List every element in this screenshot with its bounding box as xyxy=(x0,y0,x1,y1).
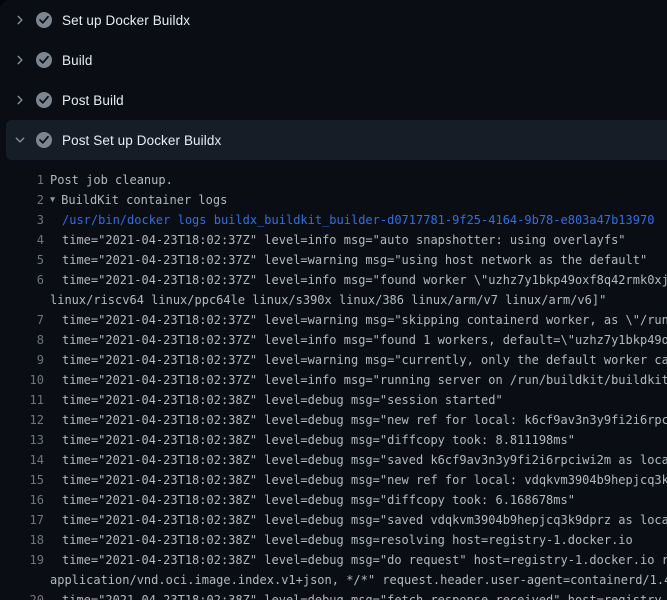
log-line-number[interactable]: 13 xyxy=(0,430,44,450)
check-circle-icon xyxy=(36,92,52,108)
log-line-number[interactable]: 17 xyxy=(0,510,44,530)
log-line-text: linux/riscv64 linux/ppc64le linux/s390x … xyxy=(50,290,606,310)
log-line: 3 /usr/bin/docker logs buildx_buildkit_b… xyxy=(0,210,667,230)
log-line-number[interactable]: 14 xyxy=(0,450,44,470)
step-header-post-build[interactable]: Post Build xyxy=(0,80,667,120)
collapse-group-icon[interactable]: ▼ xyxy=(50,190,55,210)
check-circle-icon xyxy=(36,132,52,148)
log-line-text: time="2021-04-23T18:02:38Z" level=debug … xyxy=(62,470,667,490)
log-line-wrap: linux/riscv64 linux/ppc64le linux/s390x … xyxy=(0,290,667,310)
log-line-number[interactable]: 12 xyxy=(0,410,44,430)
log-line-text: time="2021-04-23T18:02:38Z" level=debug … xyxy=(62,430,575,450)
log-line: 15 time="2021-04-23T18:02:38Z" level=deb… xyxy=(0,470,667,490)
log-line: 7 time="2021-04-23T18:02:37Z" level=warn… xyxy=(0,310,667,330)
step-header-build[interactable]: Build xyxy=(0,40,667,80)
log-line-number[interactable]: 6 xyxy=(0,270,44,290)
log-line-text: application/vnd.oci.image.index.v1+json,… xyxy=(50,570,667,590)
log-line: 9 time="2021-04-23T18:02:37Z" level=warn… xyxy=(0,350,667,370)
log-line-number[interactable]: 3 xyxy=(0,210,44,230)
log-line-number[interactable]: 1 xyxy=(0,170,44,190)
log-line-text: time="2021-04-23T18:02:38Z" level=debug … xyxy=(62,550,667,570)
log-line-number[interactable]: 16 xyxy=(0,490,44,510)
log-line-wrap: application/vnd.oci.image.index.v1+json,… xyxy=(0,570,667,590)
log-line: 1 Post job cleanup. xyxy=(0,170,667,190)
step-label: Build xyxy=(62,53,93,68)
check-circle-icon xyxy=(36,52,52,68)
check-circle-icon xyxy=(36,12,52,28)
log-line-text: time="2021-04-23T18:02:38Z" level=debug … xyxy=(62,390,503,410)
log-line-text: time="2021-04-23T18:02:37Z" level=warnin… xyxy=(62,250,647,270)
log-line: 12 time="2021-04-23T18:02:38Z" level=deb… xyxy=(0,410,667,430)
chevron-right-icon xyxy=(12,12,28,28)
log-line: 10 time="2021-04-23T18:02:37Z" level=inf… xyxy=(0,370,667,390)
log-viewer: 1 Post job cleanup. 2 ▼ BuildKit containe… xyxy=(0,160,667,600)
log-line: 19 time="2021-04-23T18:02:38Z" level=deb… xyxy=(0,550,667,570)
log-line-number[interactable]: 10 xyxy=(0,370,44,390)
log-line: 18 time="2021-04-23T18:02:38Z" level=deb… xyxy=(0,530,667,550)
log-line: 6 time="2021-04-23T18:02:37Z" level=info… xyxy=(0,270,667,290)
log-line-number[interactable]: 11 xyxy=(0,390,44,410)
step-label: Post Build xyxy=(62,93,124,108)
step-header-post-set-up-docker-buildx[interactable]: Post Set up Docker Buildx xyxy=(6,120,667,160)
log-line-text: time="2021-04-23T18:02:37Z" level=warnin… xyxy=(62,350,667,370)
steps-list: Set up Docker Buildx Build Post Build Po… xyxy=(0,0,667,160)
log-line-number[interactable]: 5 xyxy=(0,250,44,270)
log-line-text: time="2021-04-23T18:02:37Z" level=info m… xyxy=(62,370,667,390)
log-line-number[interactable]: 9 xyxy=(0,350,44,370)
log-line: 2 ▼ BuildKit container logs xyxy=(0,190,667,210)
step-header-set-up-docker-buildx[interactable]: Set up Docker Buildx xyxy=(0,0,667,40)
log-line-text: time="2021-04-23T18:02:38Z" level=debug … xyxy=(62,450,667,470)
log-line-text: time="2021-04-23T18:02:37Z" level=info m… xyxy=(62,330,667,350)
log-line-text: time="2021-04-23T18:02:38Z" level=debug … xyxy=(62,590,667,600)
log-line: 20 time="2021-04-23T18:02:38Z" level=deb… xyxy=(0,590,667,600)
log-line-text: /usr/bin/docker logs buildx_buildkit_bui… xyxy=(62,210,654,230)
log-line-text: time="2021-04-23T18:02:38Z" level=debug … xyxy=(62,490,575,510)
log-line-number xyxy=(0,290,44,310)
log-line: 17 time="2021-04-23T18:02:38Z" level=deb… xyxy=(0,510,667,530)
log-line-text: time="2021-04-23T18:02:38Z" level=debug … xyxy=(62,410,667,430)
log-line-number xyxy=(0,570,44,590)
log-line-text: time="2021-04-23T18:02:37Z" level=info m… xyxy=(62,230,626,250)
log-line-text: time="2021-04-23T18:02:37Z" level=info m… xyxy=(62,270,667,290)
log-line-text: Post job cleanup. xyxy=(50,170,173,190)
log-line: 8 time="2021-04-23T18:02:37Z" level=info… xyxy=(0,330,667,350)
log-line: 16 time="2021-04-23T18:02:38Z" level=deb… xyxy=(0,490,667,510)
log-line-text: time="2021-04-23T18:02:38Z" level=debug … xyxy=(62,510,667,530)
log-line-number[interactable]: 18 xyxy=(0,530,44,550)
log-group-title[interactable]: BuildKit container logs xyxy=(61,190,227,210)
log-line-text: time="2021-04-23T18:02:37Z" level=warnin… xyxy=(62,310,667,330)
workflow-log-panel: Set up Docker Buildx Build Post Build Po… xyxy=(0,0,667,600)
log-line-number[interactable]: 4 xyxy=(0,230,44,250)
log-line: 11 time="2021-04-23T18:02:38Z" level=deb… xyxy=(0,390,667,410)
log-line: 14 time="2021-04-23T18:02:38Z" level=deb… xyxy=(0,450,667,470)
log-line-number[interactable]: 15 xyxy=(0,470,44,490)
chevron-right-icon xyxy=(12,52,28,68)
log-line-number[interactable]: 20 xyxy=(0,590,44,600)
chevron-down-icon xyxy=(12,132,28,148)
log-line-number[interactable]: 19 xyxy=(0,550,44,570)
log-line-number[interactable]: 7 xyxy=(0,310,44,330)
log-line-text: time="2021-04-23T18:02:38Z" level=debug … xyxy=(62,530,633,550)
log-line-text: ▼ BuildKit container logs xyxy=(50,190,227,210)
log-line-number[interactable]: 2 xyxy=(0,190,44,210)
step-label: Post Set up Docker Buildx xyxy=(62,133,221,148)
log-line: 5 time="2021-04-23T18:02:37Z" level=warn… xyxy=(0,250,667,270)
step-label: Set up Docker Buildx xyxy=(62,13,190,28)
log-line-number[interactable]: 8 xyxy=(0,330,44,350)
log-line: 4 time="2021-04-23T18:02:37Z" level=info… xyxy=(0,230,667,250)
log-line: 13 time="2021-04-23T18:02:38Z" level=deb… xyxy=(0,430,667,450)
chevron-right-icon xyxy=(12,92,28,108)
